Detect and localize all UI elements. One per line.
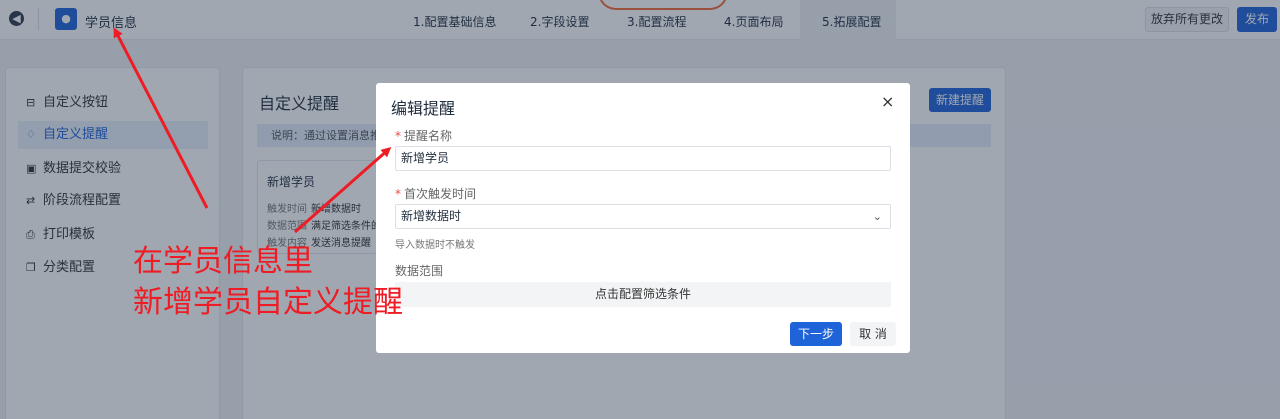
close-icon[interactable]: × (881, 92, 894, 111)
dialog-title: 编辑提醒 (391, 99, 456, 118)
trigger-time-value: 新增数据时 (401, 209, 462, 223)
annotation-text-line1: 在学员信息里 (133, 244, 313, 279)
annotation-text-line2: 新增学员自定义提醒 (133, 285, 403, 320)
chevron-down-icon: ⌄ (872, 210, 882, 223)
edit-reminder-dialog: 编辑提醒 × * 提醒名称 新增学员 * 首次触发时间 新增数据时 ⌄ 导入数据时不… (376, 83, 910, 353)
name-label: * 提醒名称 (395, 129, 453, 143)
data-range-label: 数据范围 (395, 264, 444, 278)
trigger-time-select[interactable]: 新增数据时 ⌄ (395, 204, 891, 229)
trigger-time-label: * 首次触发时间 (395, 187, 477, 201)
cancel-button[interactable]: 取 消 (850, 322, 896, 346)
trigger-hint: 导入数据时不触发 (395, 240, 475, 251)
next-step-button[interactable]: 下一步 (790, 322, 842, 346)
configure-filter-button[interactable]: 点击配置筛选条件 (395, 282, 891, 307)
reminder-name-input[interactable]: 新增学员 (395, 146, 891, 171)
